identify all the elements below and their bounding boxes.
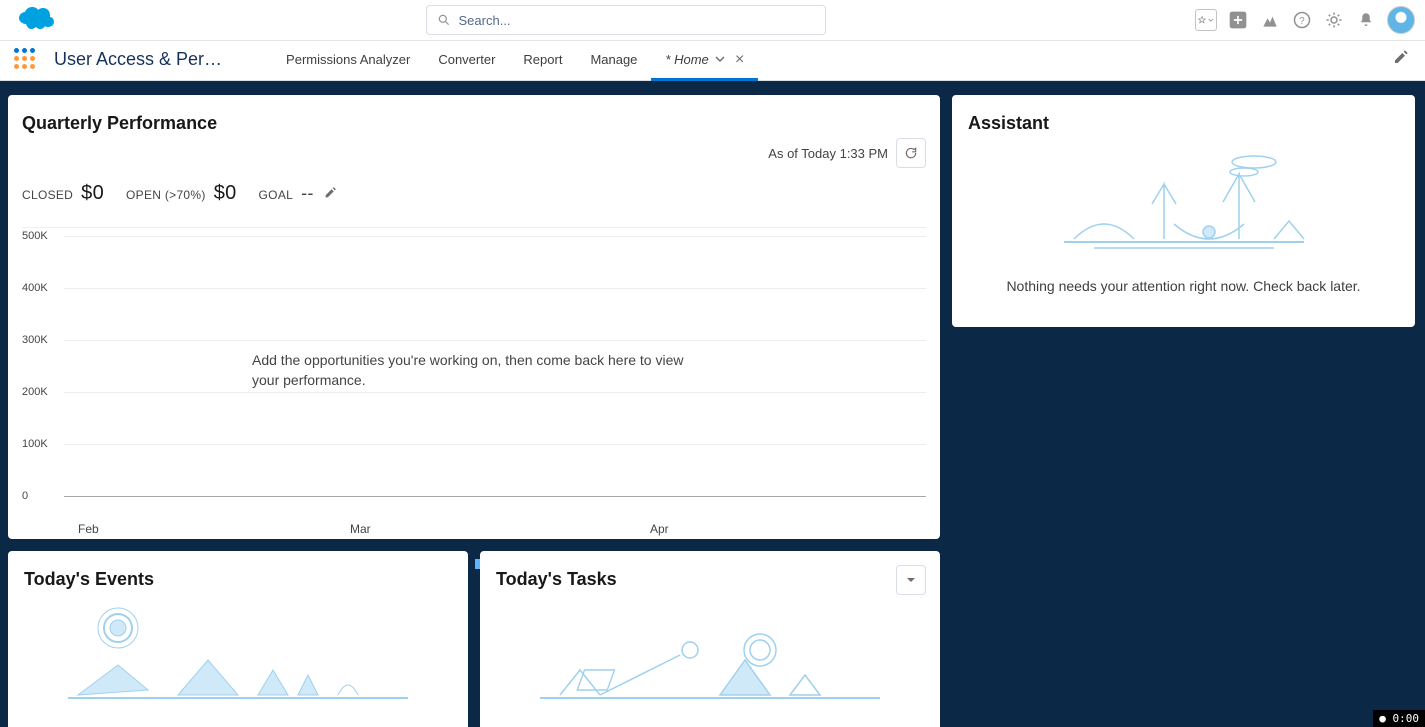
- pencil-icon: [324, 186, 337, 199]
- search-input[interactable]: [459, 13, 815, 28]
- user-avatar[interactable]: [1387, 6, 1415, 34]
- y-tick: 500K: [22, 230, 48, 242]
- kpi-value: --: [301, 183, 314, 204]
- todays-events-card: Today's Events: [8, 551, 468, 727]
- assistant-illustration: [968, 144, 1399, 264]
- x-tick: Mar: [350, 522, 371, 536]
- recording-time-badge: ● 0:00: [1373, 710, 1425, 727]
- assistant-card: Assistant Nothing needs: [952, 95, 1415, 327]
- bell-icon: [1357, 11, 1375, 29]
- setup-button[interactable]: [1323, 9, 1345, 31]
- kpi-label: OPEN (>70%): [126, 188, 206, 202]
- card-title: Assistant: [968, 113, 1399, 134]
- star-icon: [1198, 14, 1206, 26]
- tab-converter[interactable]: Converter: [424, 41, 509, 81]
- help-button[interactable]: ?: [1291, 9, 1313, 31]
- app-nav-bar: User Access & Per… Permissions Analyzer …: [0, 40, 1425, 80]
- y-tick: 100K: [22, 438, 48, 450]
- pencil-icon: [1393, 49, 1409, 65]
- tab-label: Report: [523, 52, 562, 67]
- tab-label: Permissions Analyzer: [286, 52, 410, 67]
- as-of-text: As of Today 1:33 PM: [768, 146, 888, 161]
- caret-down-icon: [906, 575, 916, 585]
- card-title: Today's Tasks: [496, 569, 924, 590]
- question-icon: ?: [1293, 11, 1311, 29]
- search-icon: [437, 13, 451, 27]
- tab-label: Converter: [438, 52, 495, 67]
- page-body: Quarterly Performance As of Today 1:33 P…: [0, 80, 1425, 727]
- app-launcher-button[interactable]: [14, 48, 36, 70]
- tab-home[interactable]: * Home ×: [651, 41, 758, 81]
- global-search[interactable]: [426, 5, 826, 35]
- app-name: User Access & Per…: [54, 49, 222, 70]
- tab-label: * Home: [665, 52, 708, 67]
- kpi-label: CLOSED: [22, 188, 73, 202]
- plus-icon: [1228, 10, 1248, 30]
- favorites-button[interactable]: [1195, 9, 1217, 31]
- performance-chart: 500K 400K 300K 200K 100K 0 Feb Mar Apr A…: [22, 227, 926, 527]
- chart-empty-message: Add the opportunities you're working on,…: [252, 350, 712, 391]
- refresh-button[interactable]: [896, 138, 926, 168]
- card-title: Quarterly Performance: [22, 113, 926, 134]
- kpi-value: $0: [81, 182, 104, 205]
- tab-label: Manage: [590, 52, 637, 67]
- kpi-open: OPEN (>70%) $0: [126, 182, 237, 205]
- tab-permissions-analyzer[interactable]: Permissions Analyzer: [272, 41, 424, 81]
- edit-goal-button[interactable]: [324, 186, 337, 202]
- tab-manage[interactable]: Manage: [576, 41, 651, 81]
- quarterly-performance-card: Quarterly Performance As of Today 1:33 P…: [8, 95, 940, 539]
- x-tick: Apr: [650, 522, 669, 536]
- y-tick: 0: [22, 490, 28, 502]
- y-tick: 200K: [22, 386, 48, 398]
- notifications-button[interactable]: [1355, 9, 1377, 31]
- tab-report[interactable]: Report: [509, 41, 576, 81]
- assistant-message: Nothing needs your attention right now. …: [968, 278, 1399, 294]
- global-add-button[interactable]: [1227, 9, 1249, 31]
- salesforce-logo: [16, 6, 56, 34]
- todays-tasks-card: Today's Tasks: [480, 551, 940, 727]
- tasks-illustration: [496, 600, 924, 710]
- refresh-icon: [904, 146, 918, 160]
- global-header: ?: [0, 0, 1425, 40]
- close-tab-button[interactable]: ×: [735, 51, 744, 69]
- chevron-down-icon: [1208, 16, 1214, 24]
- kpi-closed: CLOSED $0: [22, 182, 104, 205]
- events-illustration: [24, 600, 452, 710]
- card-title: Today's Events: [24, 569, 452, 590]
- tasks-menu-button[interactable]: [896, 565, 926, 595]
- y-tick: 400K: [22, 282, 48, 294]
- kpi-goal: GOAL --: [259, 183, 337, 204]
- trailhead-icon: [1260, 10, 1280, 30]
- trailhead-button[interactable]: [1259, 9, 1281, 31]
- chevron-down-icon[interactable]: [715, 52, 725, 67]
- kpi-label: GOAL: [259, 188, 294, 202]
- kpi-value: $0: [214, 182, 237, 205]
- gear-icon: [1325, 11, 1343, 29]
- x-tick: Feb: [78, 522, 99, 536]
- y-tick: 300K: [22, 334, 48, 346]
- svg-text:?: ?: [1299, 16, 1305, 27]
- edit-page-button[interactable]: [1393, 49, 1409, 70]
